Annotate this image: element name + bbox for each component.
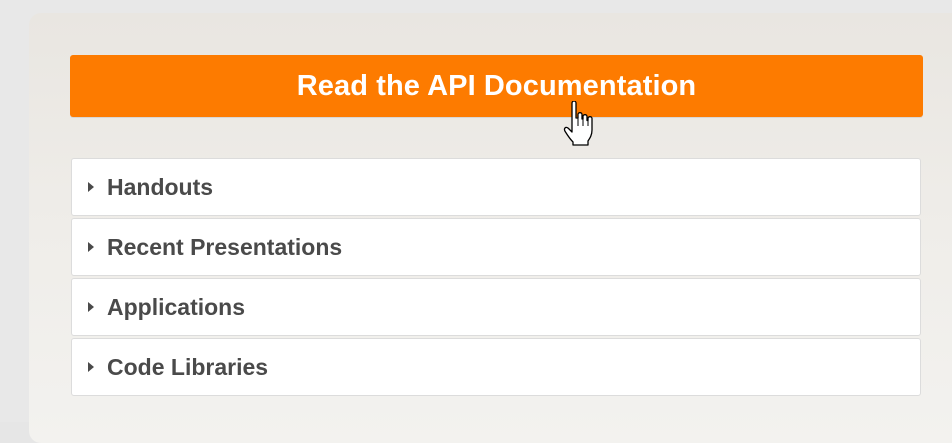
- accordion-item-applications[interactable]: Applications: [71, 278, 921, 336]
- api-button-label: Read the API Documentation: [296, 69, 697, 102]
- accordion-item-label: Code Libraries: [107, 353, 269, 380]
- accordion-item-recent-presentations[interactable]: Recent Presentations: [71, 218, 921, 276]
- accordion-item-label: Recent Presentations: [107, 233, 343, 260]
- accordion-item-label: Applications: [107, 293, 246, 320]
- accordion-item-handouts[interactable]: Handouts: [71, 158, 921, 216]
- expand-arrow-icon: [88, 242, 94, 252]
- accordion-item-code-libraries[interactable]: Code Libraries: [71, 338, 921, 396]
- read-api-documentation-button[interactable]: Read the API Documentation: [70, 55, 923, 117]
- expand-arrow-icon: [88, 302, 94, 312]
- accordion-item-label: Handouts: [107, 173, 214, 200]
- resources-accordion: Handouts Recent Presentations Applicatio…: [71, 158, 921, 398]
- expand-arrow-icon: [88, 182, 94, 192]
- expand-arrow-icon: [88, 362, 94, 372]
